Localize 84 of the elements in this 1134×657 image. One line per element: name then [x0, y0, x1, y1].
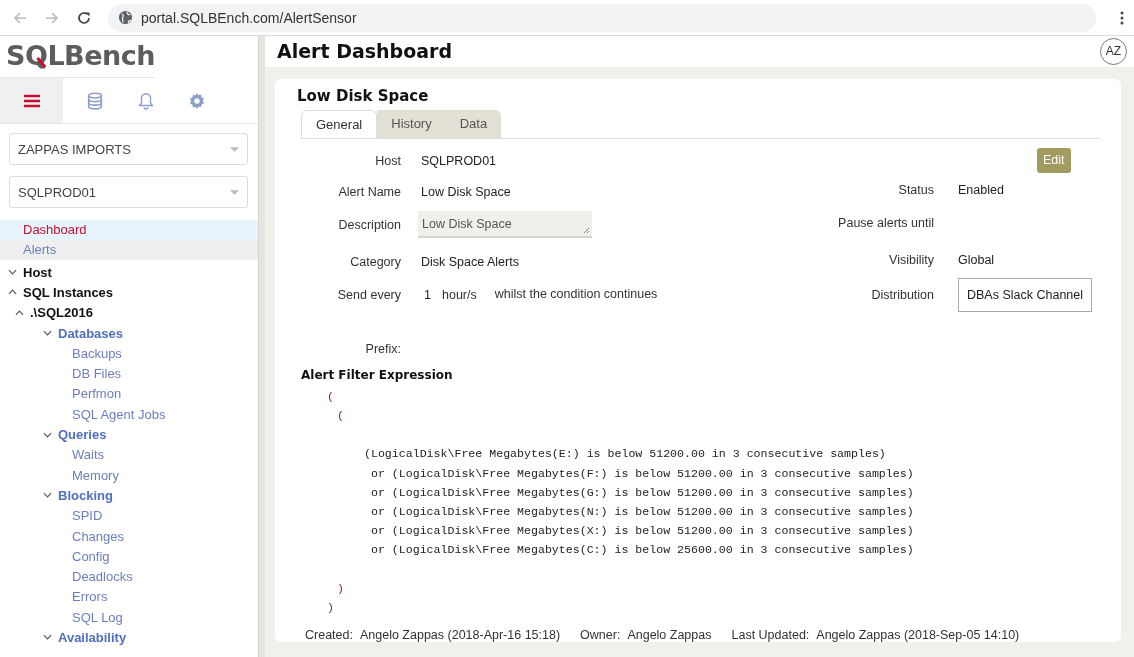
code-line: or (LogicalDisk\Free Megabytes(N:) is below 51200.00 in 3 consecutive samples) — [369, 504, 914, 518]
chevron-icon[interactable] — [43, 492, 52, 499]
field-value: Disk Space Alerts — [421, 254, 519, 269]
field-label: Status — [897, 183, 934, 198]
chevron-icon[interactable] — [8, 269, 17, 276]
tree-item[interactable]: Databases — [58, 325, 124, 341]
code-line: or (LogicalDisk\Free Megabytes(G:) is below 51200.00 in 3 consecutive samples) — [369, 485, 914, 499]
meta-value: Angelo Zappas (2018-Sep-05 14:10) — [816, 628, 1020, 642]
tree-item[interactable]: DB Files — [72, 366, 122, 382]
tree-item[interactable]: Host — [23, 264, 52, 280]
nav-item[interactable]: Dashboard — [0, 220, 258, 240]
tree-item[interactable]: Deadlocks — [72, 569, 133, 585]
field-label: Description — [337, 217, 401, 232]
tree-item[interactable]: Changes — [72, 528, 125, 544]
tree-item[interactable]: Backups — [72, 345, 122, 361]
chevron-icon[interactable] — [15, 309, 24, 316]
chevron-icon[interactable] — [43, 431, 52, 438]
chevron-icon[interactable] — [43, 330, 52, 337]
tree-item[interactable]: Memory — [72, 467, 119, 483]
caret-icon — [230, 146, 239, 152]
field-label: Alert Name — [337, 185, 401, 200]
tree-item[interactable]: Availability — [58, 630, 127, 645]
tab[interactable]: History — [377, 109, 446, 138]
caret-icon — [230, 189, 239, 195]
tree-item[interactable]: Blocking — [58, 487, 113, 503]
tree-item[interactable]: SPID — [72, 508, 103, 524]
more-icon[interactable] — [1120, 9, 1124, 26]
card-title: Low Disk Space — [297, 86, 430, 105]
interval-unit: hour/s — [442, 287, 477, 302]
edit-button[interactable]: Edit — [1037, 147, 1071, 173]
section-title: Alert Filter Expression — [301, 367, 454, 382]
tree-item[interactable]: Config — [72, 548, 110, 564]
tree-item[interactable]: .\SQL2016 — [30, 305, 93, 321]
meta-label: Created: — [305, 628, 353, 642]
meta-value: Angelo Zappas (2018-Apr-16 15:18) — [359, 628, 561, 642]
database-icon — [85, 91, 104, 110]
tree-item[interactable]: Queries — [58, 427, 107, 442]
bracket: ) — [327, 600, 334, 614]
field-label: Pause alerts until — [837, 215, 934, 230]
field-value: Enabled — [958, 183, 1004, 198]
field-value: Low Disk Space — [421, 185, 511, 200]
code-line: or (LogicalDisk\Free Megabytes(X:) is below 51200.00 in 3 consecutive samples) — [369, 524, 914, 538]
meta-value: Angelo Zappas — [627, 628, 712, 642]
tree-item[interactable]: Perfmon — [72, 386, 122, 402]
tree-item[interactable]: Waits — [72, 447, 105, 463]
interval-value: 1 — [424, 287, 432, 302]
reload-icon[interactable] — [76, 9, 92, 26]
globe-icon — [118, 10, 133, 25]
menu-button[interactable] — [0, 78, 63, 123]
field-label: Send every — [336, 287, 401, 302]
chevron-icon[interactable] — [8, 289, 17, 296]
bracket: ( — [337, 408, 344, 422]
code-line: (LogicalDisk\Free Megabytes(E:) is below 51200.00 in 3 consecutive samples) — [364, 447, 886, 461]
code-line: or (LogicalDisk\Free Megabytes(C:) is below 25600.00 in 3 consecutive samples) — [369, 543, 914, 557]
bracket: ( — [327, 389, 334, 403]
field-label: Visibility — [888, 252, 934, 267]
tree-item[interactable]: SQL Agent Jobs — [72, 406, 166, 422]
tree-item[interactable]: Errors — [72, 589, 108, 605]
field-value: Global — [958, 252, 995, 267]
field-label: Prefix: — [364, 341, 401, 356]
interval-note: whilst the condition continues — [494, 286, 658, 301]
bracket: ) — [337, 581, 344, 595]
address-bar[interactable]: portal.SQLBEnch.com/AlertSensor — [108, 3, 1096, 32]
dropdown[interactable]: SQLPROD01 — [9, 176, 248, 208]
page-title: Alert Dashboard — [277, 40, 453, 63]
meta-label: Last Updated: — [731, 628, 810, 642]
chevron-icon[interactable] — [43, 634, 52, 641]
field-label: Category — [349, 254, 401, 269]
field-label: Host — [374, 154, 401, 169]
distribution-field[interactable]: DBAs Slack Channel — [958, 278, 1093, 313]
dropdown[interactable]: ZAPPAS IMPORTS — [9, 133, 248, 165]
tab[interactable]: General — [301, 109, 378, 138]
meta-label: Owner: — [580, 628, 621, 642]
description-field[interactable]: Low Disk Space — [418, 211, 592, 239]
tree-item[interactable]: SQL Instances — [23, 284, 114, 300]
tab[interactable]: Data — [445, 109, 502, 138]
bell-icon — [136, 91, 155, 110]
nav-item[interactable]: Alerts — [0, 240, 258, 260]
field-value: SQLPROD01 — [421, 154, 497, 169]
field-label: Distribution — [870, 288, 934, 303]
settings-icon — [187, 91, 206, 110]
tree-item[interactable]: SQL Log — [72, 609, 123, 625]
code-line: or (LogicalDisk\Free Megabytes(F:) is below 51200.00 in 3 consecutive samples) — [369, 466, 914, 480]
resize-grip-icon[interactable] — [582, 226, 590, 235]
